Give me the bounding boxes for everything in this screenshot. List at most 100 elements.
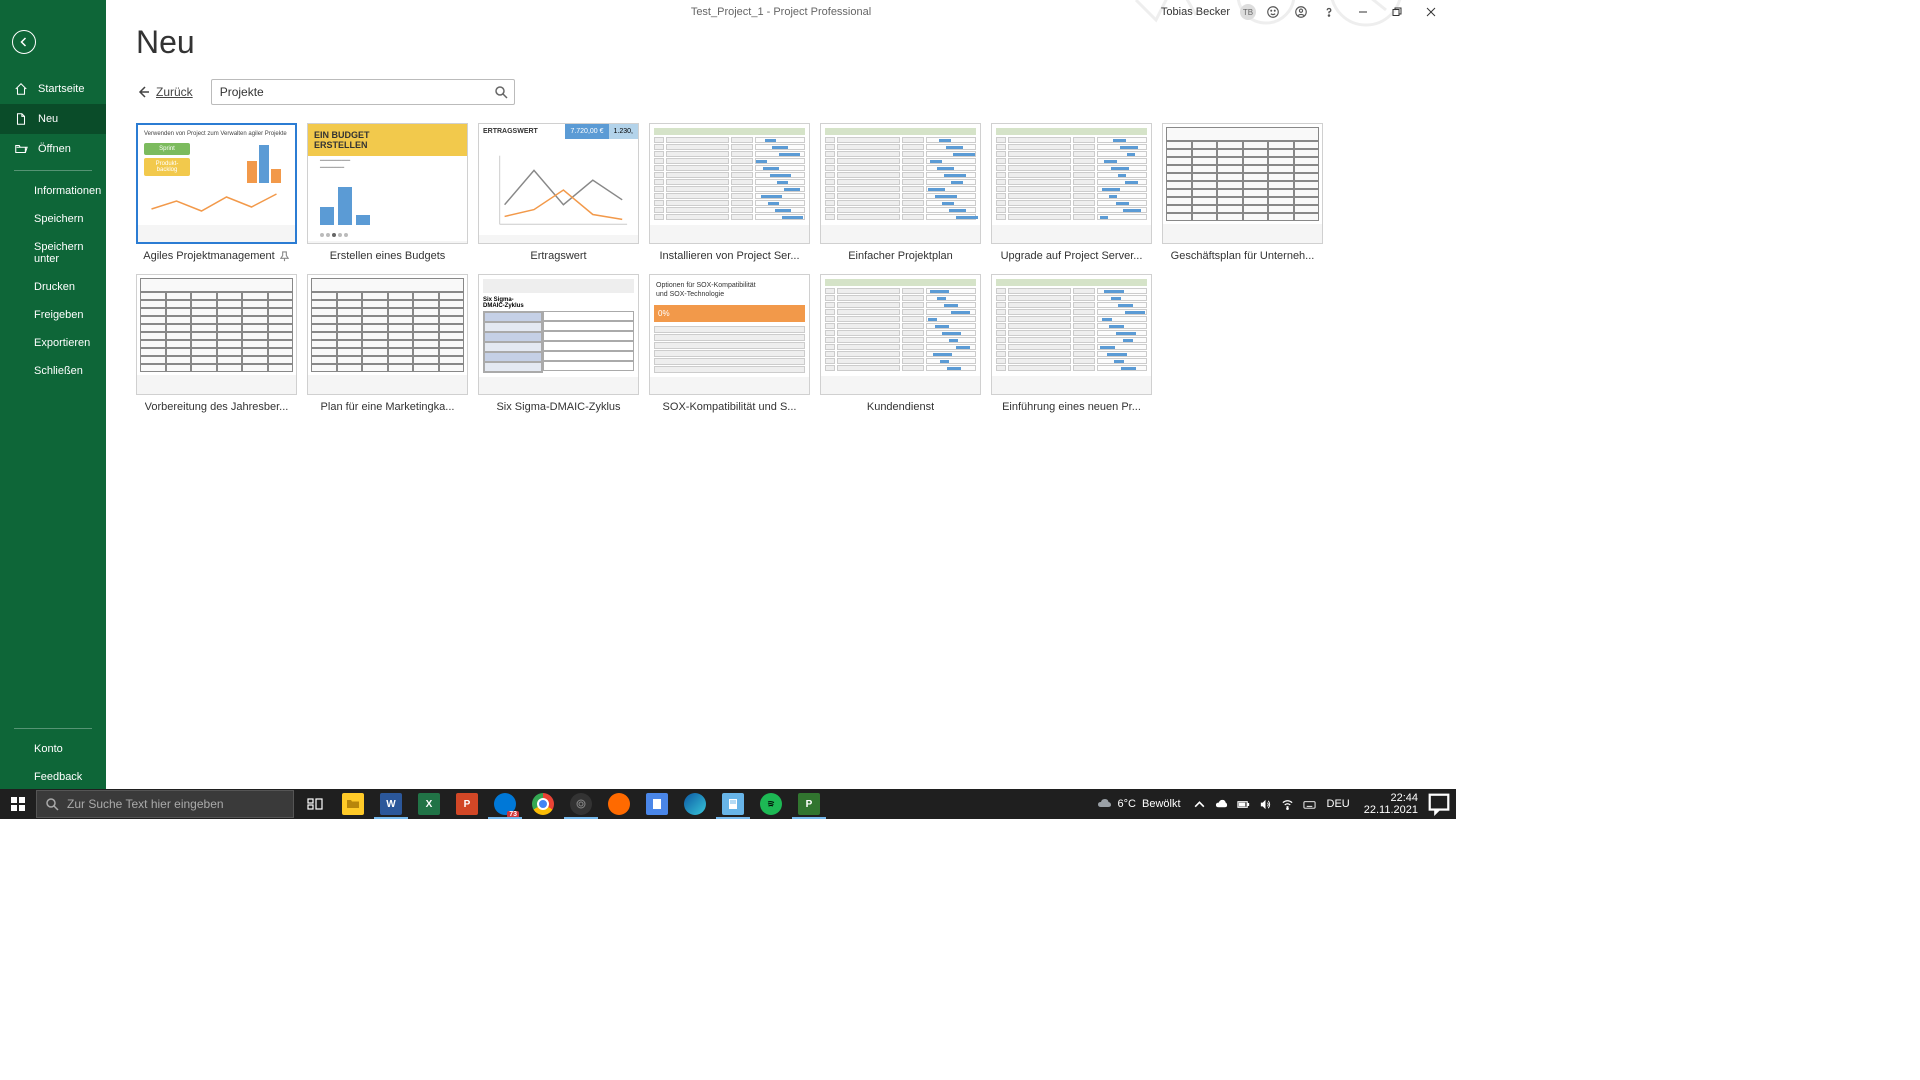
taskbar-app-doc[interactable] — [638, 789, 676, 819]
taskbar-excel[interactable]: X — [410, 789, 448, 819]
sidebar-item-informationen[interactable]: Informationen — [0, 177, 106, 205]
taskbar-powerpoint[interactable]: P — [448, 789, 486, 819]
minimize-button[interactable] — [1346, 1, 1380, 23]
sidebar-item-oeffnen[interactable]: Öffnen — [0, 134, 106, 164]
sidebar-item-label: Drucken — [34, 281, 75, 293]
taskbar-obs[interactable] — [562, 789, 600, 819]
sidebar-item-neu[interactable]: Neu — [0, 104, 106, 134]
cloud-icon — [1096, 796, 1112, 812]
back-link[interactable]: Zurück — [136, 85, 193, 99]
sidebar-item-speichern-unter[interactable]: Speichern unter — [0, 233, 106, 273]
document-icon — [14, 112, 28, 126]
sidebar-item-label: Schließen — [34, 365, 83, 377]
sidebar-item-label: Freigeben — [34, 309, 84, 321]
taskbar-explorer[interactable] — [334, 789, 372, 819]
template-card[interactable]: Installieren von Project Ser... — [649, 123, 810, 264]
search-box[interactable] — [211, 79, 515, 105]
template-card[interactable]: Verwenden von Project zum Verwalten agil… — [136, 123, 297, 264]
template-card[interactable]: Einfacher Projektplan — [820, 123, 981, 264]
tray-keyboard-icon[interactable] — [1299, 789, 1321, 819]
sidebar-item-label: Neu — [38, 113, 58, 125]
template-thumbnail — [307, 274, 468, 395]
template-grid: Verwenden von Project zum Verwalten agil… — [136, 123, 1426, 415]
taskbar-edge-legacy[interactable]: 73 — [486, 789, 524, 819]
tray-wifi-icon[interactable] — [1277, 789, 1299, 819]
arrow-left-icon — [136, 85, 150, 99]
tray-chevron-up-icon[interactable] — [1189, 789, 1211, 819]
home-icon — [14, 82, 28, 96]
account-icon[interactable] — [1290, 1, 1312, 23]
tray-language[interactable]: DEU — [1321, 798, 1356, 810]
sidebar-item-konto[interactable]: Konto — [0, 735, 106, 763]
taskbar-search[interactable]: Zur Suche Text hier eingeben — [36, 790, 294, 818]
pin-icon[interactable] — [279, 251, 290, 262]
template-card[interactable]: Six Sigma-DMAIC-Zyklus Six Sigma-DMAIC-Z… — [478, 274, 639, 415]
sidebar-item-startseite[interactable]: Startseite — [0, 74, 106, 104]
tray-volume-icon[interactable] — [1255, 789, 1277, 819]
start-button[interactable] — [0, 789, 36, 819]
folder-open-icon — [14, 142, 28, 156]
template-thumbnail — [649, 123, 810, 244]
close-button[interactable] — [1414, 1, 1448, 23]
template-card[interactable]: Geschäftsplan für Unterneh... — [1162, 123, 1323, 264]
taskbar-notepad[interactable] — [714, 789, 752, 819]
taskbar-taskview[interactable] — [296, 789, 334, 819]
taskbar-word[interactable]: W — [372, 789, 410, 819]
search-icon[interactable] — [494, 85, 508, 99]
taskbar-spotify[interactable] — [752, 789, 790, 819]
taskbar: Zur Suche Text hier eingeben W X P 73 P … — [0, 789, 1456, 819]
sidebar-divider — [14, 170, 92, 171]
sidebar-divider — [14, 728, 92, 729]
sidebar-item-feedback[interactable]: Feedback — [0, 763, 106, 791]
template-card[interactable]: Vorbereitung des Jahresber... — [136, 274, 297, 415]
sidebar-item-label: Feedback — [34, 771, 82, 783]
tray-weather[interactable]: 6°C Bewölkt — [1088, 796, 1189, 812]
template-card[interactable]: ERTRAGSWERT7.720,00 €1.230, Ertragswert — [478, 123, 639, 264]
taskbar-chrome[interactable] — [524, 789, 562, 819]
template-label: SOX-Kompatibilität und S... — [663, 401, 797, 413]
window-title: Test_Project_1 - Project Professional — [691, 6, 871, 18]
template-thumbnail — [1162, 123, 1323, 244]
help-icon[interactable] — [1318, 1, 1340, 23]
tray-onedrive-icon[interactable] — [1211, 789, 1233, 819]
search-input[interactable] — [220, 85, 494, 99]
taskbar-app-orange[interactable] — [600, 789, 638, 819]
sidebar-item-freigeben[interactable]: Freigeben — [0, 301, 106, 329]
taskbar-edge[interactable] — [676, 789, 714, 819]
tray-clock[interactable]: 22:44 22.11.2021 — [1356, 792, 1426, 816]
taskbar-tray: 6°C Bewölkt DEU 22:44 22.11.2021 — [1084, 789, 1456, 819]
user-avatar[interactable]: TB — [1240, 4, 1256, 20]
tray-battery-icon[interactable] — [1233, 789, 1255, 819]
user-name[interactable]: Tobias Becker — [1161, 6, 1230, 18]
sidebar-item-label: Exportieren — [34, 337, 90, 349]
back-button[interactable] — [12, 30, 36, 54]
taskbar-apps: W X P 73 P — [296, 789, 828, 819]
template-card[interactable]: Optionen für SOX-Kompatibilitätund SOX-T… — [649, 274, 810, 415]
emoji-icon[interactable] — [1262, 1, 1284, 23]
maximize-button[interactable] — [1380, 1, 1414, 23]
sidebar-item-exportieren[interactable]: Exportieren — [0, 329, 106, 357]
template-thumbnail — [991, 123, 1152, 244]
template-card[interactable]: Plan für eine Marketingka... — [307, 274, 468, 415]
template-label: Six Sigma-DMAIC-Zyklus — [496, 401, 620, 413]
template-label: Plan für eine Marketingka... — [321, 401, 455, 413]
template-thumbnail — [991, 274, 1152, 395]
sidebar-item-speichern[interactable]: Speichern — [0, 205, 106, 233]
tray-action-center[interactable] — [1426, 789, 1452, 819]
sidebar-item-label: Informationen — [34, 185, 101, 197]
tray-weather-text: Bewölkt — [1142, 798, 1181, 810]
template-label: Ertragswert — [530, 250, 586, 262]
sidebar-item-label: Konto — [34, 743, 63, 755]
template-label: Einfacher Projektplan — [848, 250, 953, 262]
sidebar-item-label: Speichern — [34, 213, 84, 225]
sidebar-item-schliessen[interactable]: Schließen — [0, 357, 106, 385]
search-icon — [45, 797, 59, 811]
template-card[interactable]: Einführung eines neuen Pr... — [991, 274, 1152, 415]
template-card[interactable]: Upgrade auf Project Server... — [991, 123, 1152, 264]
template-thumbnail: ERTRAGSWERT7.720,00 €1.230, — [478, 123, 639, 244]
sidebar-item-drucken[interactable]: Drucken — [0, 273, 106, 301]
taskbar-project[interactable]: P — [790, 789, 828, 819]
template-card[interactable]: EIN BUDGETERSTELLEN━━━━━━━━━━━━━━━━━━ Er… — [307, 123, 468, 264]
template-card[interactable]: Kundendienst — [820, 274, 981, 415]
template-thumbnail — [136, 274, 297, 395]
